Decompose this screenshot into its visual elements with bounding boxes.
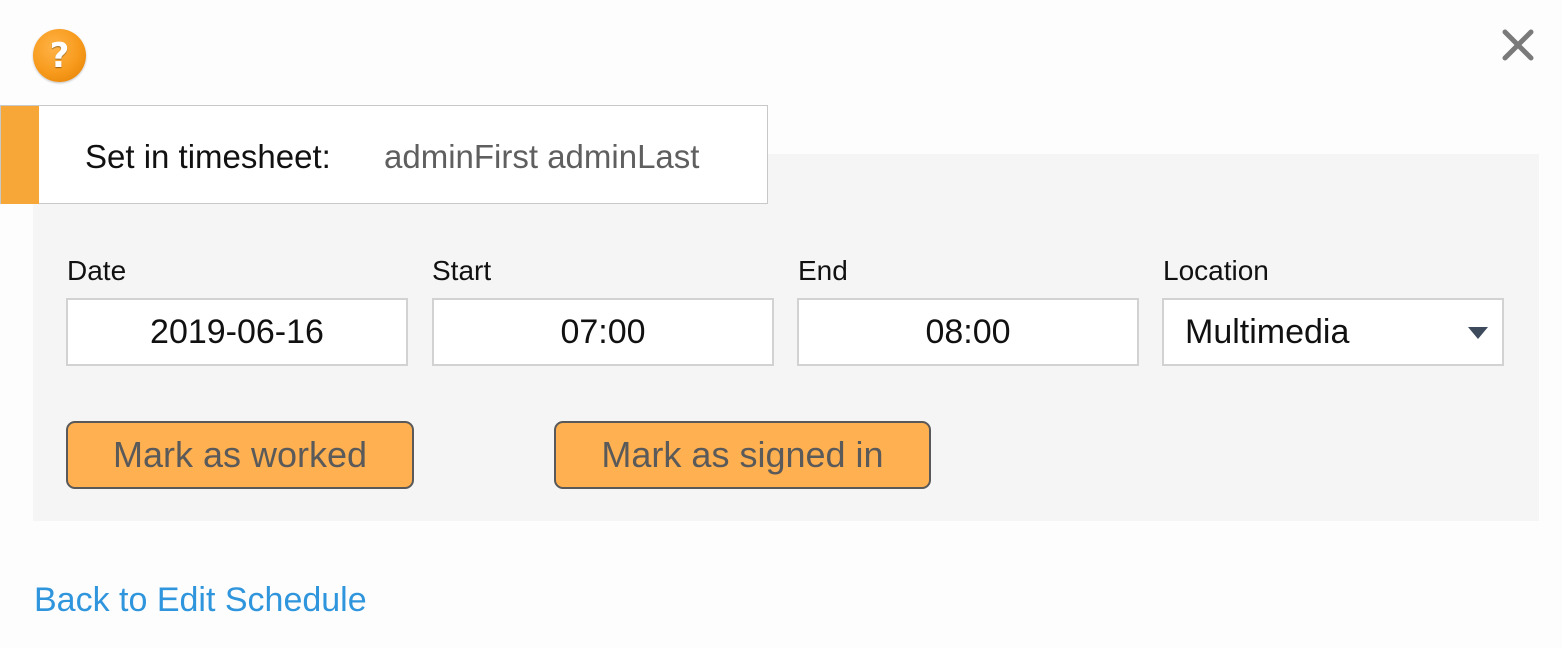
header-accent-bar (1, 106, 39, 204)
header-user-name: adminFirst adminLast (384, 138, 700, 175)
close-button[interactable] (1495, 22, 1541, 68)
end-time-field[interactable]: 08:00 (797, 298, 1139, 366)
mark-as-signed-in-button[interactable]: Mark as signed in (554, 421, 931, 489)
location-select[interactable]: Multimedia (1162, 298, 1504, 366)
start-label: Start (432, 255, 492, 286)
start-time-field[interactable]: 07:00 (432, 298, 774, 366)
header-label: Set in timesheet: (85, 138, 331, 175)
location-label: Location (1163, 255, 1269, 286)
question-mark-icon[interactable]: ? (33, 29, 86, 82)
location-selected-value: Multimedia (1185, 312, 1350, 351)
mark-as-worked-button[interactable]: Mark as worked (66, 421, 414, 489)
back-to-edit-schedule-link[interactable]: Back to Edit Schedule (34, 581, 367, 620)
end-label: End (798, 255, 848, 286)
caret-down-icon (1468, 327, 1488, 339)
timesheet-dialog: ? Set in timesheet: adminFirst adminLast… (0, 0, 1562, 648)
timesheet-header: Set in timesheet: adminFirst adminLast (0, 105, 768, 204)
close-icon (1502, 29, 1534, 61)
date-field[interactable]: 2019-06-16 (66, 298, 408, 366)
date-label: Date (67, 255, 127, 286)
